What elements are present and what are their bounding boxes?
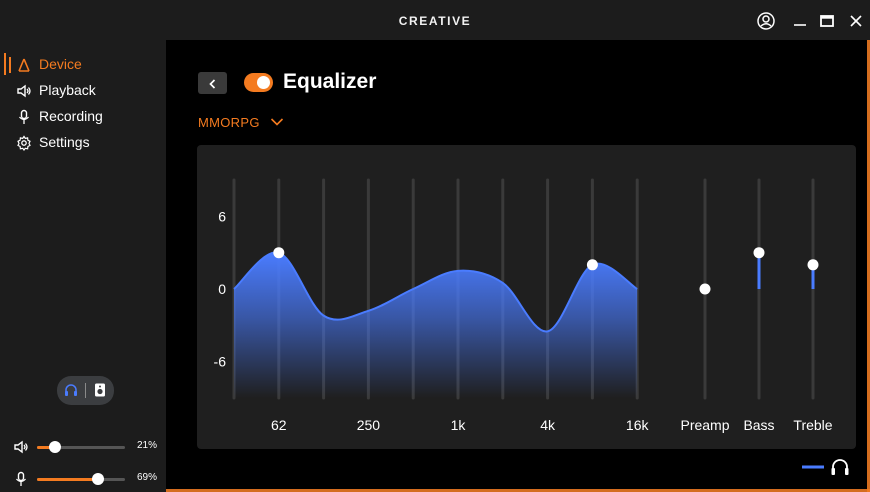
treble-slider-handle[interactable] [807,259,819,271]
x-tick-label: 4k [540,417,556,433]
mic-slider-handle[interactable] [91,473,104,485]
microphone-icon [16,109,32,125]
active-indicator [4,53,6,75]
headphones-icon[interactable] [63,382,79,398]
sidebar-item-recording[interactable]: Recording [0,105,166,129]
eq-curve-area [234,252,638,398]
volume-percent: 21% [137,440,158,451]
sidebar: Device Playback Recording Settings 21% 6… [0,40,166,492]
mic-slider-row: 69% [0,469,166,489]
y-tick-label: 0 [218,281,226,297]
title-bar: CREATIVE [0,0,870,40]
treble-label: Treble [793,417,832,433]
legend [800,455,860,479]
volume-icon [13,439,29,455]
volume-slider-handle[interactable] [49,441,62,453]
minimize-icon[interactable] [791,12,809,30]
chevron-left-icon [207,77,219,89]
speaker-icon [16,83,32,99]
volume-slider[interactable] [37,441,125,453]
x-tick-label: 1k [451,417,467,433]
page-title: Equalizer [283,70,377,93]
toggle-divider [85,383,86,398]
brand-logo: CREATIVE [398,14,472,28]
sidebar-item-device[interactable]: Device [0,53,166,77]
mic-percent: 69% [137,472,158,483]
sidebar-item-settings[interactable]: Settings [0,131,166,155]
gear-icon [16,135,32,151]
y-tick-label: -6 [214,354,227,370]
toggle-knob [257,76,270,89]
maximize-icon[interactable] [818,12,836,30]
x-tick-label: 250 [357,417,381,433]
equalizer-panel: 6 0 -6 62 250 1k 4k 16k Preamp Bass Treble [197,145,856,449]
output-toggle[interactable] [57,376,114,405]
volume-slider-row: 21% [0,437,166,457]
preset-label: MMORPG [198,115,260,130]
eq-band-handle-1[interactable] [273,247,285,259]
chevron-down-icon [270,118,284,126]
sidebar-item-label: Device [39,56,82,72]
preset-dropdown[interactable]: MMORPG [198,114,284,134]
speaker-box-icon[interactable] [92,382,108,398]
x-tick-label: 16k [626,417,650,433]
back-button[interactable] [198,72,227,94]
sidebar-item-label: Settings [39,134,90,150]
sidebar-item-label: Recording [39,108,103,124]
microphone-icon [13,471,29,487]
sidebar-item-playback[interactable]: Playback [0,79,166,103]
headphones-icon [831,459,849,475]
eq-band-handle-8[interactable] [586,259,598,271]
account-icon[interactable] [757,12,775,30]
close-icon[interactable] [847,12,865,30]
active-indicator-secondary [9,57,11,73]
bass-slider-handle[interactable] [753,247,765,259]
sidebar-item-label: Playback [39,82,96,98]
main-content: Equalizer MMORPG 6 0 -6 62 250 1k 4k 16k Preamp B… [166,40,867,489]
preamp-label: Preamp [680,417,729,433]
y-tick-label: 6 [218,208,226,224]
mic-slider-fill [37,478,98,481]
equalizer-toggle[interactable] [244,73,273,92]
x-tick-label: 62 [271,417,287,433]
preamp-slider-handle[interactable] [699,283,711,295]
equalizer-chart: 6 0 -6 62 250 1k 4k 16k Preamp Bass Treble [214,178,833,433]
device-icon [16,57,32,73]
app-window: CREATIVE Device Playback Recording Setti… [0,0,870,492]
mic-slider[interactable] [37,473,125,485]
bass-label: Bass [743,417,774,433]
